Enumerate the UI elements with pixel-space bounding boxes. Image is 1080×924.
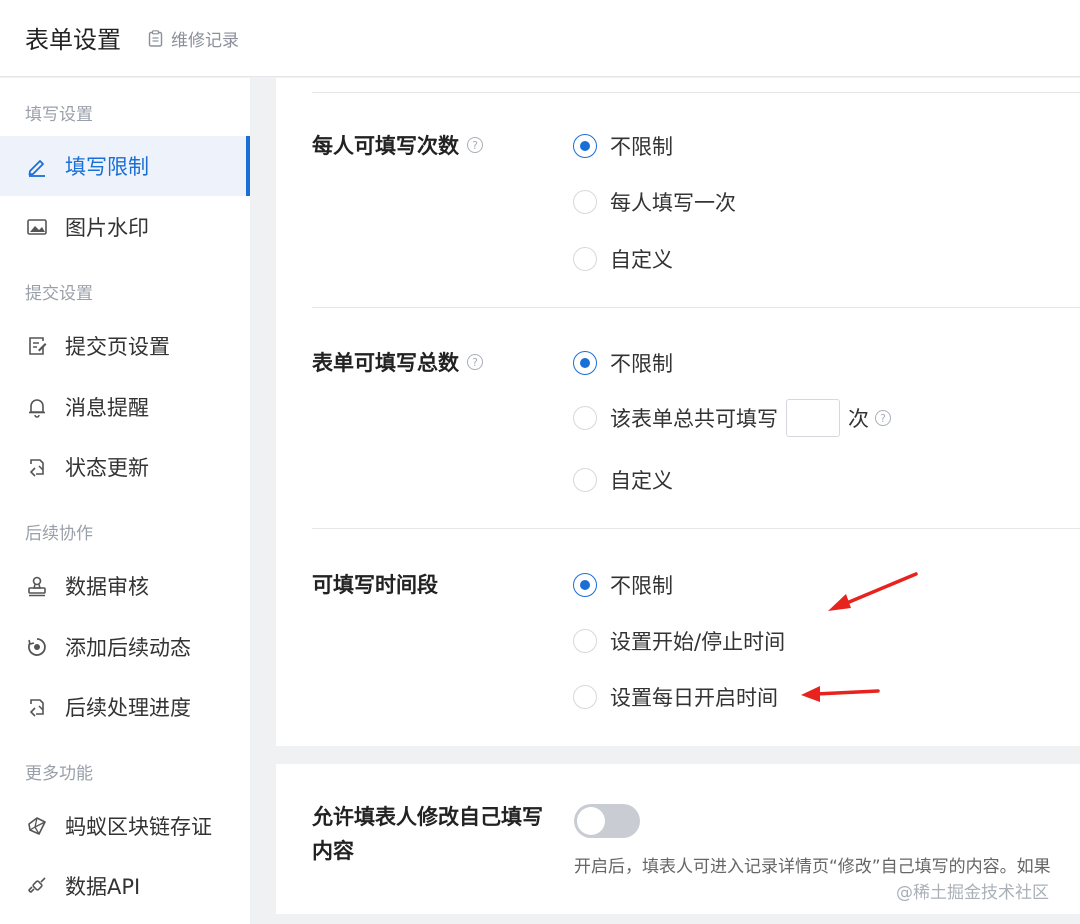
group-submit-settings: 提交设置: [25, 284, 93, 304]
radio-unchecked-icon[interactable]: [573, 629, 597, 653]
sidebar-item-label: 添加后续动态: [65, 636, 191, 660]
bell-icon: [25, 395, 49, 419]
radio-checked-icon[interactable]: [573, 573, 597, 597]
document-edit-icon: [25, 334, 49, 358]
group-follow-up: 后续协作: [25, 524, 93, 544]
image-icon: [25, 215, 49, 239]
sidebar-item-progress[interactable]: 后续处理进度: [0, 677, 250, 737]
fill-count-option-custom[interactable]: 自定义: [573, 244, 673, 274]
sidebar-item-label: 数据审核: [65, 575, 149, 599]
time-option-daily[interactable]: 设置每日开启时间: [573, 682, 778, 712]
option-label: 不限制: [610, 574, 673, 598]
total-count-option-unlimited[interactable]: 不限制: [573, 348, 673, 378]
help-icon[interactable]: ?: [875, 410, 891, 426]
sidebar-item-label: 后续处理进度: [65, 696, 191, 720]
time-option-start-stop[interactable]: 设置开始/停止时间: [573, 626, 785, 656]
allow-edit-hint: 开启后，填表人可进入记录详情页“修改”自己填写的内容。如果: [574, 857, 1051, 877]
fill-limit-panel: 每人可填写次数 ? 不限制 每人填写一次 自定义 表单可填写总数 ? 不限制 该…: [276, 78, 1080, 746]
time-range-section: 可填写时间段: [312, 569, 438, 599]
radio-unchecked-icon[interactable]: [573, 468, 597, 492]
option-label: 设置每日开启时间: [610, 686, 778, 710]
allow-edit-label: 允许填表人修改自己填写内容: [312, 805, 543, 863]
divider: [312, 307, 1080, 308]
fill-count-option-unlimited[interactable]: 不限制: [573, 131, 673, 161]
option-label: 每人填写一次: [610, 191, 736, 215]
settings-sidebar: 填写设置 填写限制 图片水印 提交设置 提交页设置 消息提醒 状态更新 后续协作…: [0, 78, 250, 924]
clipboard-icon: [148, 30, 163, 47]
sidebar-item-label: 蚂蚁区块链存证: [65, 815, 212, 839]
sidebar-item-label: 提交页设置: [65, 335, 170, 359]
sidebar-item-label: 图片水印: [65, 216, 149, 240]
sidebar-item-label: 填写限制: [65, 155, 149, 179]
option-label: 设置开始/停止时间: [610, 630, 786, 654]
api-icon: [25, 874, 49, 898]
sidebar-item-data-api[interactable]: 数据API: [0, 856, 250, 916]
total-count-option-custom[interactable]: 自定义: [573, 465, 673, 495]
unit-label: 次: [848, 407, 869, 431]
sidebar-item-status-update[interactable]: 状态更新: [0, 437, 250, 497]
total-count-input[interactable]: [786, 399, 840, 437]
page-title: 表单设置: [25, 26, 121, 54]
radio-checked-icon[interactable]: [573, 351, 597, 375]
help-icon[interactable]: ?: [467, 354, 483, 370]
sidebar-item-blockchain[interactable]: 蚂蚁区块链存证: [0, 796, 250, 856]
option-label: 不限制: [610, 135, 673, 159]
sync-icon: [25, 695, 49, 719]
option-label: 自定义: [610, 248, 673, 272]
option-label: 自定义: [610, 469, 673, 493]
fill-count-section: 每人可填写次数 ?: [312, 130, 483, 160]
sidebar-item-fill-limit[interactable]: 填写限制: [0, 136, 250, 196]
maintenance-log-label: 维修记录: [171, 31, 239, 51]
annotation-arrow-icon: [801, 686, 880, 702]
time-option-unlimited[interactable]: 不限制: [573, 570, 673, 600]
divider: [312, 92, 1080, 93]
dynamic-icon: [25, 635, 49, 659]
fill-count-label: 每人可填写次数: [312, 134, 459, 158]
radio-unchecked-icon[interactable]: [573, 190, 597, 214]
divider: [312, 528, 1080, 529]
allow-edit-toggle[interactable]: [574, 804, 640, 838]
sidebar-item-label: 状态更新: [65, 456, 149, 480]
group-fill-settings: 填写设置: [25, 105, 93, 125]
sidebar-item-notifications[interactable]: 消息提醒: [0, 377, 250, 437]
radio-unchecked-icon[interactable]: [573, 406, 597, 430]
radio-unchecked-icon[interactable]: [573, 247, 597, 271]
maintenance-log-link[interactable]: 维修记录: [148, 26, 239, 51]
sidebar-item-image-watermark[interactable]: 图片水印: [0, 197, 250, 257]
total-count-label: 表单可填写总数: [312, 351, 459, 375]
total-count-section: 表单可填写总数 ?: [312, 347, 483, 377]
fill-count-option-once[interactable]: 每人填写一次: [573, 187, 736, 217]
blockchain-icon: [25, 814, 49, 838]
option-label: 不限制: [610, 352, 673, 376]
stamp-icon: [25, 574, 49, 598]
sidebar-item-data-review[interactable]: 数据审核: [0, 556, 250, 616]
sidebar-item-label: 消息提醒: [65, 396, 149, 420]
sync-icon: [25, 455, 49, 479]
top-bar: 表单设置 维修记录: [0, 0, 1080, 77]
group-more: 更多功能: [25, 764, 93, 784]
pen-icon: [25, 154, 49, 178]
help-icon[interactable]: ?: [467, 137, 483, 153]
option-label: 该表单总共可填写: [610, 407, 778, 431]
radio-checked-icon[interactable]: [573, 134, 597, 158]
sidebar-item-label: 数据API: [65, 875, 141, 899]
annotation-arrow-icon: [828, 572, 918, 611]
watermark: @稀土掘金技术社区: [896, 883, 1049, 903]
sidebar-item-add-follow-up[interactable]: 添加后续动态: [0, 617, 250, 677]
sidebar-item-submit-page[interactable]: 提交页设置: [0, 316, 250, 376]
radio-unchecked-icon[interactable]: [573, 685, 597, 709]
time-range-label: 可填写时间段: [312, 573, 438, 597]
total-count-option-fixed[interactable]: 该表单总共可填写 次 ?: [573, 399, 891, 437]
